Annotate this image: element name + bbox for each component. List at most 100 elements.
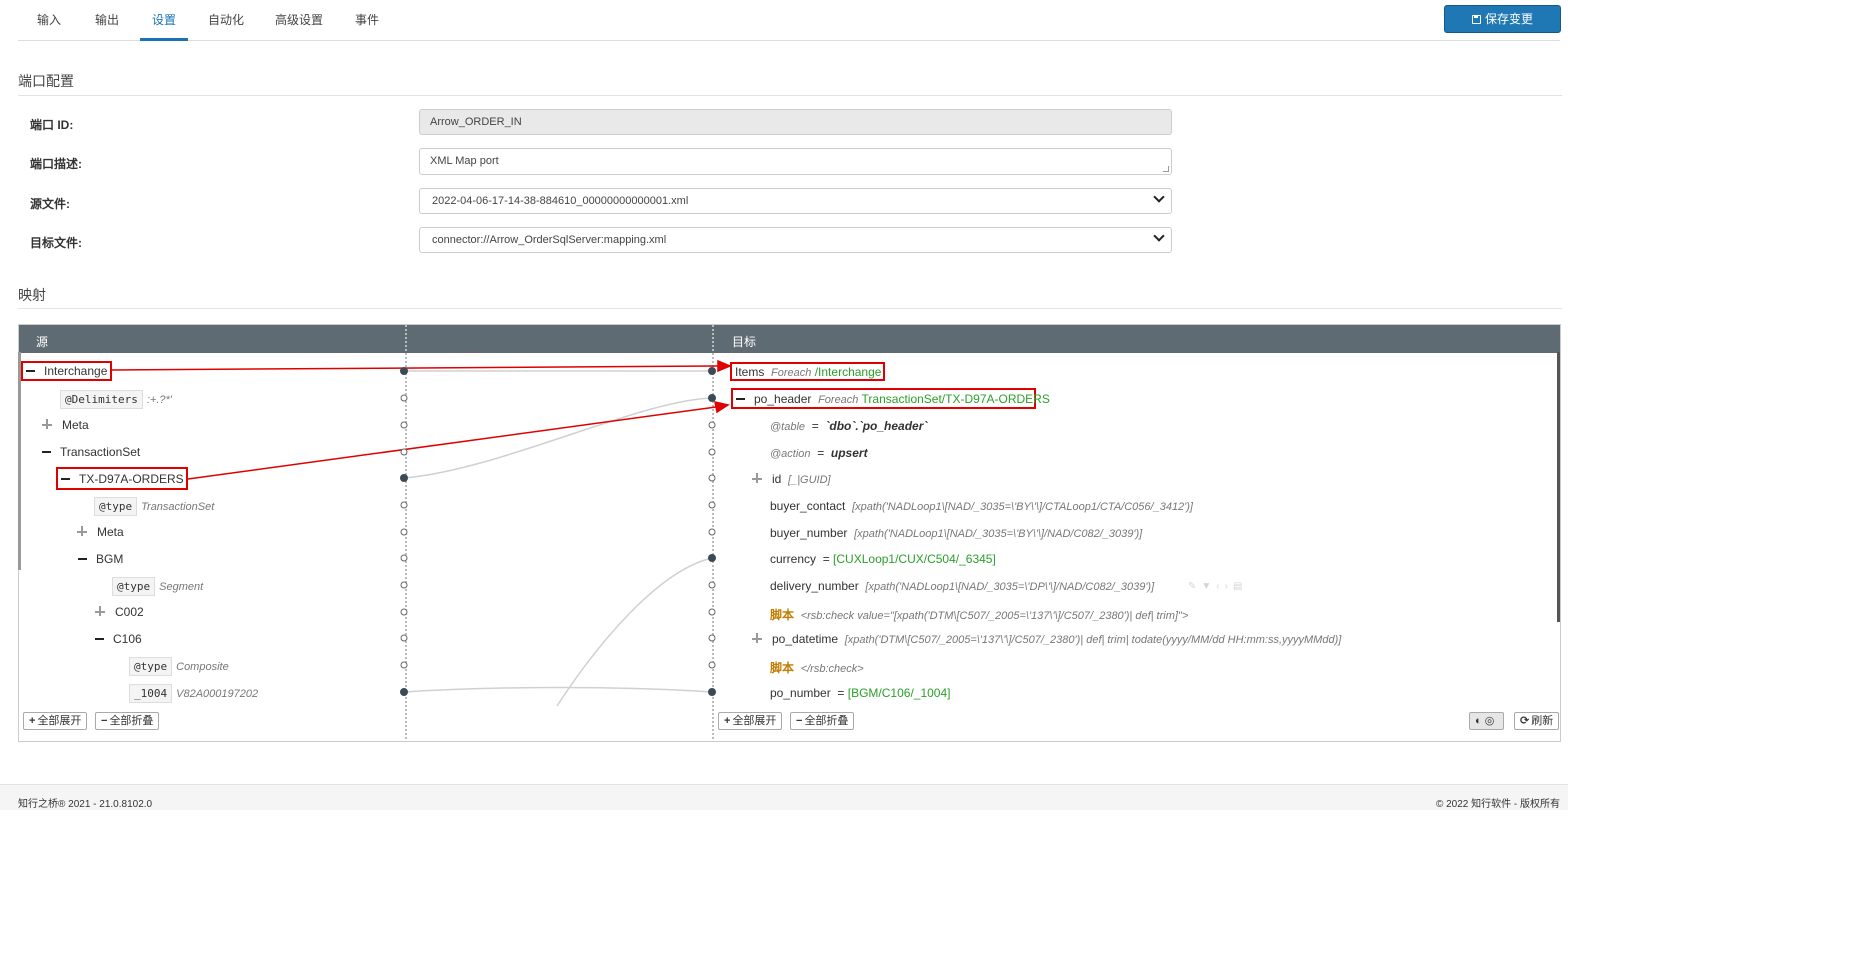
target-expand-all-button[interactable]: + 全部展开 <box>718 712 783 730</box>
connector-dot[interactable] <box>708 394 716 402</box>
connector-dot[interactable] <box>400 581 408 589</box>
refresh-icon: ⟳ <box>1520 715 1530 727</box>
connector-dot[interactable] <box>708 554 716 562</box>
connector-dot[interactable] <box>708 421 716 429</box>
field-label: buyer_contact <box>770 499 846 513</box>
row-action-icons: ✎▼‹›▤ <box>1188 581 1247 592</box>
target-field-po-number[interactable]: po_number = [BGM/C106/_1004] <box>770 686 950 700</box>
tree-node-c002[interactable]: C002 <box>95 605 144 619</box>
connector-dot[interactable] <box>400 394 408 402</box>
connector-dot[interactable] <box>708 528 716 536</box>
connector-line <box>403 686 713 693</box>
connector-dot[interactable] <box>400 688 408 696</box>
tree-node-tx-d97a-orders[interactable]: TX-D97A-ORDERS <box>61 472 184 486</box>
connector-dot[interactable] <box>708 688 716 696</box>
target-attr-action[interactable]: @action = upsert <box>770 446 868 460</box>
tree-node-transactionset[interactable]: TransactionSet <box>42 445 140 459</box>
connector-dot[interactable] <box>400 608 408 616</box>
tree-attr-type[interactable]: @type TransactionSet <box>94 497 214 516</box>
button-label: 全部折叠 <box>804 715 849 727</box>
field-label: po_number <box>770 686 831 700</box>
tree-node-bgm[interactable]: BGM <box>78 552 123 566</box>
footer-version: 知行之桥® 2021 - 21.0.8102.0 <box>18 799 153 810</box>
tree-node-c106[interactable]: C106 <box>95 632 142 646</box>
node-label: C002 <box>115 605 144 619</box>
target-script-1[interactable]: 脚本 <rsb:check value="[xpath('DTM\[C507/_… <box>770 606 1188 623</box>
expand-icon[interactable] <box>752 473 763 484</box>
target-node-po-header[interactable]: po_header Foreach TransactionSet/TX-D97A… <box>736 392 1050 406</box>
target-node-items[interactable]: Items Foreach /Interchange <box>735 365 881 379</box>
connector-dot[interactable] <box>400 634 408 642</box>
expand-icon[interactable] <box>77 526 88 537</box>
connector-dot[interactable] <box>708 474 716 482</box>
field-expr: [xpath('NADLoop1\[NAD/_3035=\'BY\'\]/CTA… <box>852 501 1193 513</box>
tree-node-meta[interactable]: Meta <box>42 418 89 432</box>
connector-dot[interactable] <box>708 367 716 375</box>
node-label: TX-D97A-ORDERS <box>79 472 184 486</box>
collapse-icon[interactable] <box>95 638 104 640</box>
connector-dot[interactable] <box>400 554 408 562</box>
target-field-po-datetime[interactable]: po_datetime [xpath('DTM\[C507/_2005=\'13… <box>752 632 1341 646</box>
connector-dot[interactable] <box>708 661 716 669</box>
attr-label: @table <box>770 421 806 433</box>
node-label: TransactionSet <box>60 445 141 459</box>
connector-dot[interactable] <box>400 528 408 536</box>
connector-dot[interactable] <box>400 501 408 509</box>
target-field-buyer-contact[interactable]: buyer_contact [xpath('NADLoop1\[NAD/_303… <box>770 499 1193 513</box>
attr-label: @type <box>129 657 173 676</box>
target-field-delivery-number[interactable]: delivery_number [xpath('NADLoop1\[NAD/_3… <box>770 579 1154 593</box>
connector-dot[interactable] <box>400 661 408 669</box>
attr-value: Segment <box>159 581 204 593</box>
tree-attr-delimiters[interactable]: @Delimiters:+.?*' <box>60 390 172 409</box>
attr-value: :+.?*' <box>146 394 172 406</box>
connector-dot[interactable] <box>708 501 716 509</box>
target-field-id[interactable]: id [_|GUID] <box>752 472 831 486</box>
trash-icon[interactable]: ▤ <box>1233 581 1247 592</box>
collapse-icon[interactable] <box>736 398 745 400</box>
refresh-button[interactable]: ⟳ 刷新 <box>1514 712 1560 730</box>
expand-icon[interactable] <box>42 419 53 430</box>
source-expand-all-button[interactable]: + 全部展开 <box>23 712 88 730</box>
tree-attr-type-2[interactable]: @type Segment <box>112 577 203 596</box>
source-collapse-all-button[interactable]: − 全部折叠 <box>95 712 160 730</box>
filter-icon[interactable]: ▼ <box>1201 581 1216 592</box>
edit-icon[interactable]: ✎ <box>1188 581 1201 592</box>
field-label: delivery_number <box>770 579 859 593</box>
collapse-icon[interactable] <box>26 370 35 372</box>
target-script-2[interactable]: 脚本 </rsb:check> <box>770 659 864 676</box>
node-label: C106 <box>113 632 142 646</box>
connector-dot[interactable] <box>708 608 716 616</box>
connector-dot[interactable] <box>400 421 408 429</box>
script-code: <rsb:check value="[xpath('DTM\[C507/_200… <box>800 610 1189 622</box>
connector-dot[interactable] <box>400 367 408 375</box>
button-label: 刷新 <box>1531 715 1554 727</box>
target-collapse-all-button[interactable]: − 全部折叠 <box>790 712 855 730</box>
tree-node-meta-2[interactable]: Meta <box>77 525 124 539</box>
equals-sign: = <box>822 552 830 566</box>
connector-dot[interactable] <box>708 448 716 456</box>
connector-dot[interactable] <box>400 448 408 456</box>
collapse-icon[interactable] <box>61 478 70 480</box>
code-icon[interactable]: ‹› <box>1216 581 1233 592</box>
target-field-currency[interactable]: currency = [CUXLoop1/CUX/C504/_6345] <box>770 552 996 566</box>
view-toggle-button[interactable]: ◐ ◎ <box>1469 712 1504 730</box>
collapse-icon[interactable] <box>42 451 51 453</box>
foreach-path: TransactionSet/TX-D97A-ORDERS <box>861 392 1050 406</box>
tree-node-interchange[interactable]: Interchange <box>26 364 107 378</box>
expand-icon[interactable] <box>752 633 763 644</box>
connector-dot[interactable] <box>708 581 716 589</box>
plus-icon: + <box>29 715 36 727</box>
target-field-buyer-number[interactable]: buyer_number [xpath('NADLoop1\[NAD/_3035… <box>770 526 1142 540</box>
tree-field-1004[interactable]: _1004 V82A000197202 <box>129 684 258 703</box>
plus-icon: + <box>724 715 731 727</box>
button-label: 全部展开 <box>37 715 82 727</box>
tree-attr-type-3[interactable]: @type Composite <box>129 657 229 676</box>
connector-dot[interactable] <box>708 634 716 642</box>
foreach-label: Foreach <box>771 367 812 379</box>
highlight-arrow <box>110 365 719 371</box>
connector-dot[interactable] <box>400 474 408 482</box>
collapse-icon[interactable] <box>78 558 87 560</box>
node-label: Items <box>735 365 765 379</box>
expand-icon[interactable] <box>95 606 106 617</box>
target-attr-table[interactable]: @table = `dbo`.`po_header` <box>770 419 927 433</box>
